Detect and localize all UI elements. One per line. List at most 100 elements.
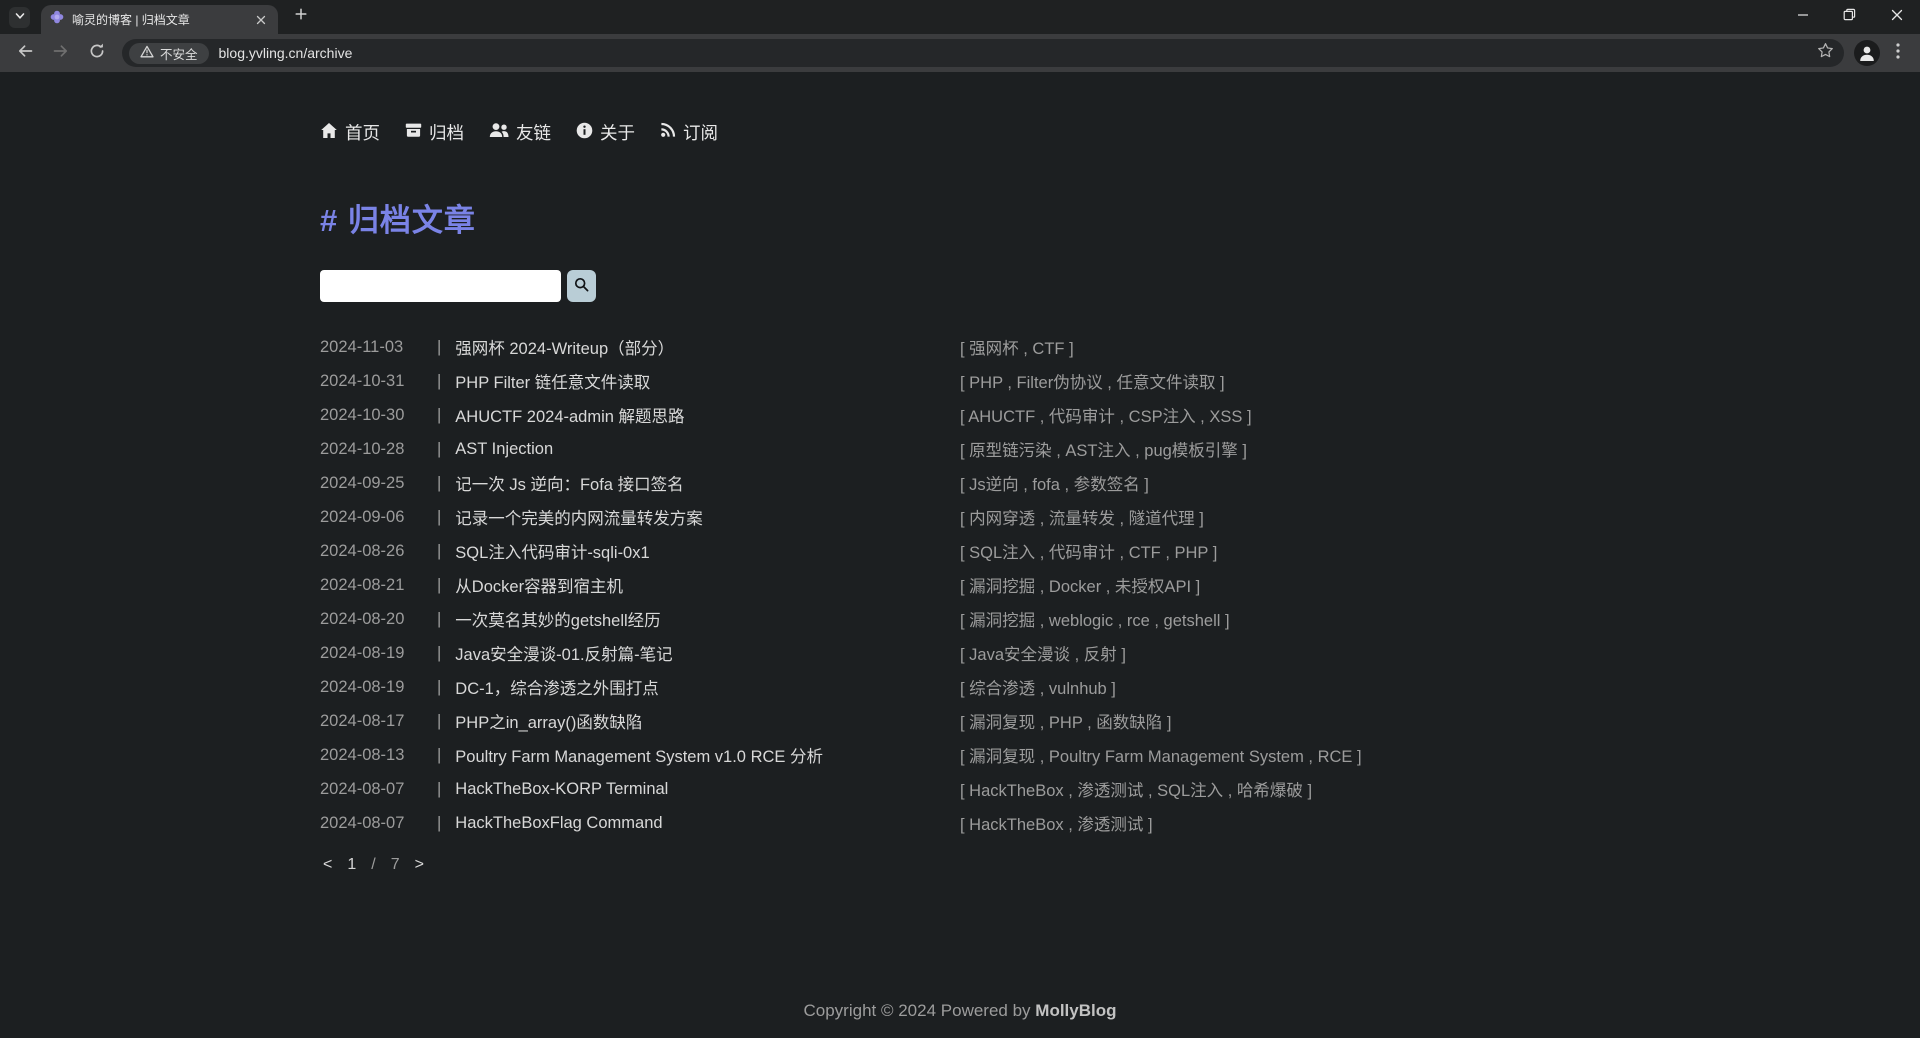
profile-avatar[interactable] [1854, 40, 1880, 66]
post-title: AST Injection [455, 440, 553, 459]
post-date: 2024-08-13 [320, 746, 420, 765]
post-title: HackTheBox-KORP Terminal [455, 780, 668, 799]
plus-icon [295, 7, 307, 25]
tab-strip: 喻灵的博客 | 归档文章 [0, 0, 1920, 34]
archive-row: 2024-08-07 | HackTheBoxFlag Command [ Ha… [320, 806, 1600, 840]
search-input[interactable] [320, 270, 561, 302]
post-tags: [ 原型链污染 , AST注入 , pug模板引擎 ] [960, 437, 1600, 461]
restore-button[interactable] [1826, 0, 1873, 33]
post-link[interactable]: 2024-08-19 | DC-1，综合渗透之外围打点 [320, 675, 659, 699]
post-link[interactable]: 2024-09-06 | 记录一个完美的内网流量转发方案 [320, 505, 703, 529]
date-title-separator: | [437, 814, 441, 833]
archive-row-left: 2024-08-26 | SQL注入代码审计-sqli-0x1 [320, 539, 960, 563]
post-link[interactable]: 2024-08-21 | 从Docker容器到宿主机 [320, 573, 623, 597]
close-button[interactable] [1873, 0, 1920, 33]
pagination: < 1 / 7 > [320, 856, 1600, 874]
reload-button[interactable] [82, 38, 112, 68]
browser-tab[interactable]: 喻灵的博客 | 归档文章 [41, 5, 278, 34]
archive-row: 2024-08-20 | 一次莫名其妙的getshell经历 [ 漏洞挖掘 , … [320, 602, 1600, 636]
kebab-dots-icon [1896, 43, 1900, 64]
footer-brand-link[interactable]: MollyBlog [1035, 1001, 1116, 1020]
post-date: 2024-08-21 [320, 576, 420, 595]
post-title: AHUCTF 2024-admin 解题思路 [455, 403, 684, 427]
post-tags: [ SQL注入 , 代码审计 , CTF , PHP ] [960, 539, 1600, 563]
archive-icon [405, 122, 422, 143]
post-tags: [ 漏洞复现 , PHP , 函数缺陷 ] [960, 709, 1600, 733]
post-title: PHP Filter 链任意文件读取 [455, 369, 650, 393]
date-title-separator: | [437, 780, 441, 799]
date-title-separator: | [437, 474, 441, 493]
restore-icon [1843, 8, 1856, 26]
date-title-separator: | [437, 372, 441, 391]
forward-button[interactable] [46, 38, 76, 68]
post-link[interactable]: 2024-11-03 | 强网杯 2024-Writeup（部分） [320, 335, 674, 359]
post-date: 2024-08-07 [320, 780, 420, 799]
archive-row-left: 2024-10-28 | AST Injection [320, 440, 960, 459]
post-tags: [ 漏洞挖掘 , Docker , 未授权API ] [960, 573, 1600, 597]
pagination-prev[interactable]: < [323, 856, 332, 874]
archive-row: 2024-08-13 | Poultry Farm Management Sys… [320, 738, 1600, 772]
post-tags: [ Js逆向 , fofa , 参数签名 ] [960, 471, 1600, 495]
post-link[interactable]: 2024-10-31 | PHP Filter 链任意文件读取 [320, 369, 650, 393]
post-title: 从Docker容器到宿主机 [455, 573, 623, 597]
post-title: DC-1，综合渗透之外围打点 [455, 675, 659, 699]
nav-item-archive[interactable]: 归档 [405, 120, 464, 145]
pagination-total-pages: 7 [391, 856, 400, 874]
post-title: 强网杯 2024-Writeup（部分） [455, 335, 674, 359]
post-date: 2024-10-31 [320, 372, 420, 391]
archive-row: 2024-08-19 | Java安全漫谈-01.反射篇-笔记 [ Java安全… [320, 636, 1600, 670]
forward-arrow-icon [52, 42, 70, 65]
bookmark-button[interactable] [1812, 40, 1838, 66]
post-link[interactable]: 2024-08-07 | HackTheBoxFlag Command [320, 814, 663, 833]
archive-row-left: 2024-08-21 | 从Docker容器到宿主机 [320, 573, 960, 597]
back-arrow-icon [16, 42, 34, 65]
pagination-next[interactable]: > [415, 856, 424, 874]
archive-row-left: 2024-08-17 | PHP之in_array()函数缺陷 [320, 709, 960, 733]
nav-item-home[interactable]: 首页 [320, 120, 380, 145]
date-title-separator: | [437, 610, 441, 629]
post-link[interactable]: 2024-08-19 | Java安全漫谈-01.反射篇-笔记 [320, 641, 673, 665]
browser-menu-button[interactable] [1886, 40, 1910, 66]
nav-item-rss[interactable]: 订阅 [660, 120, 718, 145]
date-title-separator: | [437, 440, 441, 459]
date-title-separator: | [437, 542, 441, 561]
archive-row-left: 2024-08-07 | HackTheBoxFlag Command [320, 814, 960, 833]
post-link[interactable]: 2024-10-30 | AHUCTF 2024-admin 解题思路 [320, 403, 685, 427]
post-date: 2024-09-25 [320, 474, 420, 493]
archive-row-left: 2024-08-19 | DC-1，综合渗透之外围打点 [320, 675, 960, 699]
archive-row-left: 2024-11-03 | 强网杯 2024-Writeup（部分） [320, 335, 960, 359]
post-title: SQL注入代码审计-sqli-0x1 [455, 539, 649, 563]
date-title-separator: | [437, 406, 441, 425]
url-bar[interactable]: 不安全 blog.yvling.cn/archive [122, 39, 1844, 67]
archive-row-left: 2024-09-06 | 记录一个完美的内网流量转发方案 [320, 505, 960, 529]
nav-item-about[interactable]: 关于 [576, 120, 635, 145]
archive-row-left: 2024-10-30 | AHUCTF 2024-admin 解题思路 [320, 403, 960, 427]
new-tab-button[interactable] [290, 5, 312, 27]
date-title-separator: | [437, 576, 441, 595]
post-link[interactable]: 2024-08-07 | HackTheBox-KORP Terminal [320, 780, 668, 799]
tab-search-chevron-button[interactable] [9, 7, 30, 28]
back-button[interactable] [10, 38, 40, 68]
post-link[interactable]: 2024-09-25 | 记一次 Js 逆向：Fofa 接口签名 [320, 471, 684, 495]
archive-row-left: 2024-10-31 | PHP Filter 链任意文件读取 [320, 369, 960, 393]
post-link[interactable]: 2024-08-17 | PHP之in_array()函数缺陷 [320, 709, 642, 733]
post-link[interactable]: 2024-10-28 | AST Injection [320, 440, 553, 459]
date-title-separator: | [437, 508, 441, 527]
post-link[interactable]: 2024-08-13 | Poultry Farm Management Sys… [320, 743, 823, 767]
nav-label: 归档 [429, 120, 464, 145]
archive-row: 2024-09-25 | 记一次 Js 逆向：Fofa 接口签名 [ Js逆向 … [320, 466, 1600, 500]
minimize-button[interactable] [1779, 0, 1826, 33]
security-badge[interactable]: 不安全 [129, 43, 209, 64]
post-link[interactable]: 2024-08-20 | 一次莫名其妙的getshell经历 [320, 607, 661, 631]
search-button[interactable] [567, 270, 596, 302]
archive-list: 2024-11-03 | 强网杯 2024-Writeup（部分） [ 强网杯 … [320, 330, 1600, 840]
post-link[interactable]: 2024-08-26 | SQL注入代码审计-sqli-0x1 [320, 539, 650, 563]
tab-close-icon[interactable] [253, 12, 269, 28]
nav-item-friends[interactable]: 友链 [489, 120, 551, 145]
post-date: 2024-10-28 [320, 440, 420, 459]
page-content: 首页 归档 [0, 72, 1920, 1038]
nav-label: 首页 [345, 120, 380, 145]
post-tags: [ HackTheBox , 渗透测试 ] [960, 811, 1600, 835]
post-date: 2024-08-07 [320, 814, 420, 833]
date-title-separator: | [437, 338, 441, 357]
